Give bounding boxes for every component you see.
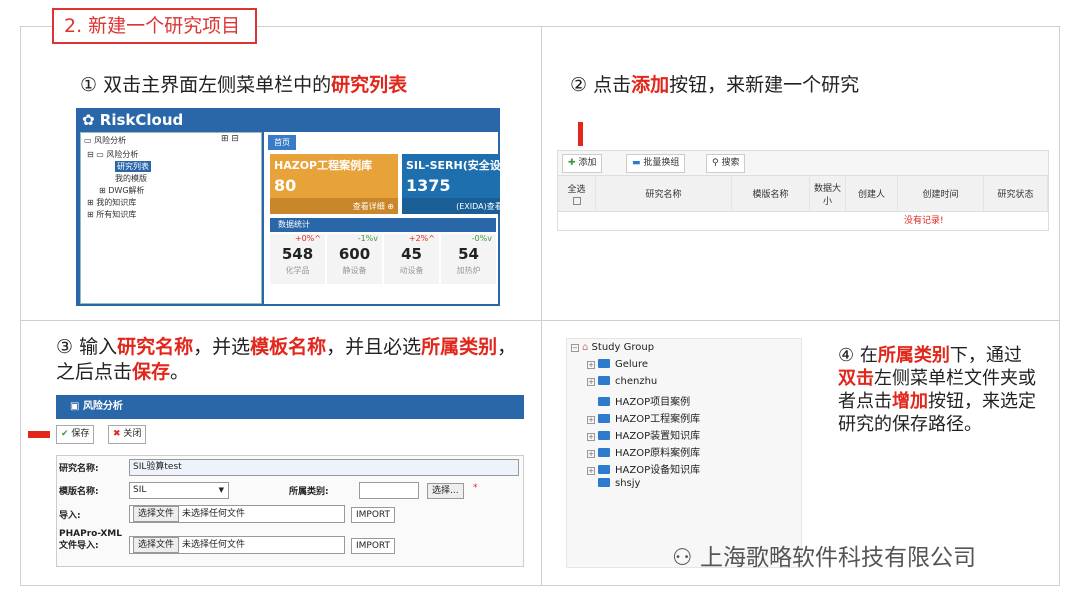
tree-item[interactable]: shsjy — [598, 478, 640, 489]
search-icon: ⚲ — [712, 158, 719, 168]
folder-icon — [598, 359, 610, 368]
card-hazop[interactable]: HAZOP工程案例库 80 查看详细 ⊕ — [270, 154, 398, 214]
category-input[interactable] — [359, 482, 419, 499]
name-input[interactable]: SIL验算test — [129, 459, 519, 476]
window-icon: ▣ — [70, 401, 80, 412]
wechat-icon: ⚇ — [672, 545, 693, 571]
riskcloud-brand: ✿ RiskCloud — [82, 111, 184, 129]
category-label: 所属类别: — [289, 487, 329, 497]
col-template[interactable]: 模版名称 — [732, 176, 810, 211]
empty-message: 没有记录! — [904, 216, 944, 226]
name-label: 研究名称: — [59, 464, 99, 474]
stat-dynamic-equip: +2%^ 45 动设备 — [384, 234, 439, 284]
divider-h — [20, 320, 1060, 321]
add-button[interactable]: ✚ 添加 — [562, 154, 603, 173]
tree-expand-icon[interactable]: ⊞ ⊟ — [221, 134, 239, 144]
tree-item[interactable]: + Gelure — [587, 359, 648, 370]
tree-root[interactable]: ▭ 风险分析 — [84, 135, 126, 146]
xml-file-input[interactable]: 选择文件 未选择任何文件 — [129, 536, 345, 554]
chevron-down-icon: ▼ — [218, 486, 224, 494]
riskcloud-screenshot: ✿ RiskCloud ▭ 风险分析 ⊞ ⊟ ⊟ ▭ 风险分析 研究列表 我的模… — [76, 108, 500, 306]
col-created[interactable]: 创建时间 — [898, 176, 984, 211]
folder-icon — [598, 397, 610, 406]
col-creator[interactable]: 创建人 — [846, 176, 898, 211]
template-select[interactable]: SIL ▼ — [129, 482, 229, 499]
stats-header: 数据统计 — [270, 218, 496, 232]
tree-risk[interactable]: ⊟ ▭ 风险分析 — [87, 149, 138, 160]
card-sil-link: (EXIDA)查看详细 ⊕ — [402, 198, 500, 214]
import-label: 导入: — [59, 511, 81, 521]
stat-static-equip: -1%v 600 静设备 — [327, 234, 382, 284]
folder-icon — [598, 376, 610, 385]
choose-xml-button[interactable]: 选择文件 — [133, 537, 180, 553]
tree-item[interactable]: + HAZOP工程案例库 — [587, 410, 700, 425]
required-mark: * — [473, 483, 478, 493]
folder-icon: ▬ — [632, 158, 641, 168]
tree-item[interactable]: + chenzhu — [587, 376, 657, 387]
xml-import-button[interactable]: IMPORT — [351, 538, 396, 554]
batch-group-button[interactable]: ▬ 批量换组 — [626, 154, 686, 173]
save-button[interactable]: ✔ 保存 — [56, 425, 95, 444]
step3-text: ③ 输入研究名称，并选模板名称，并且必选所属类别，之后点击保存。 — [56, 336, 517, 383]
tree-dwg[interactable]: ⊞ DWG解析 — [99, 185, 145, 196]
col-name[interactable]: 研究名称 — [596, 176, 732, 211]
study-form: 研究名称: SIL验算test 模版名称: SIL ▼ 所属类别: 选择... *… — [56, 455, 524, 567]
xml-import-label: PHAPro-XML文件导入: — [59, 529, 122, 551]
close-button[interactable]: ✖ 关闭 — [108, 425, 147, 444]
stat-chemicals: +0%^ 548 化学品 — [270, 234, 325, 284]
col-size[interactable]: 数据大小 — [810, 176, 846, 211]
tree-item[interactable]: + HAZOP原料案例库 — [587, 444, 700, 459]
red-arrow-icon — [28, 431, 50, 438]
tree-root-study-group[interactable]: − ⌂ Study Group — [571, 342, 654, 353]
watermark: ⚇ 上海歌略软件科技有限公司 — [672, 545, 976, 571]
check-icon: ✔ — [61, 429, 69, 439]
card-hazop-link: 查看详细 ⊕ — [270, 198, 398, 214]
window-titlebar: ▣ 风险分析 — [56, 395, 524, 419]
folder-icon — [598, 431, 610, 440]
folder-icon — [598, 414, 610, 423]
study-table: 全选 研究名称 模版名称 数据大小 创建人 创建时间 研究状态 没有记录! — [557, 176, 1049, 231]
close-icon: ✖ — [113, 429, 121, 439]
study-group-tree: − ⌂ Study Group + Gelure + chenzhu HAZOP项目案… — [566, 338, 802, 568]
choose-file-button[interactable]: 选择文件 — [133, 506, 180, 522]
folder-icon — [598, 465, 610, 474]
home-icon: ⌂ — [582, 342, 589, 353]
col-status[interactable]: 研究状态 — [984, 176, 1048, 211]
nav-tree: ▭ 风险分析 ⊞ ⊟ ⊟ ▭ 风险分析 研究列表 我的模版 ⊞ DWG解析 ⊞ … — [80, 132, 262, 304]
stat-furnace: -0%v 54 加热炉 — [441, 234, 496, 284]
select-all-checkbox[interactable] — [572, 197, 581, 205]
dashboard: 首页 HAZOP工程案例库 80 查看详细 ⊕ SIL-SERH(安全设备) 1… — [264, 132, 500, 304]
step4-text: ④ 在所属类别下，通过双击左侧菜单栏文件夹或者点击增加按钮，来选定研究的保存路径… — [838, 345, 1036, 435]
tree-item[interactable]: + HAZOP设备知识库 — [587, 461, 700, 476]
tree-study-list[interactable]: 研究列表 — [115, 161, 151, 172]
table-header: 全选 研究名称 模版名称 数据大小 创建人 创建时间 研究状态 — [558, 176, 1048, 212]
template-label: 模版名称: — [59, 487, 99, 497]
plus-icon: ✚ — [568, 158, 576, 168]
import-file-input[interactable]: 选择文件 未选择任何文件 — [129, 505, 345, 523]
import-button[interactable]: IMPORT — [351, 507, 396, 523]
step2-text: ② 点击添加按钮，来新建一个研究 — [570, 74, 860, 96]
folder-icon — [598, 448, 610, 457]
tree-item[interactable]: + HAZOP装置知识库 — [587, 427, 700, 442]
tree-item[interactable]: HAZOP项目案例 — [598, 393, 690, 408]
folder-icon — [598, 478, 610, 487]
card-sil[interactable]: SIL-SERH(安全设备) 1375 (EXIDA)查看详细 ⊕ — [402, 154, 500, 214]
section-title: 2. 新建一个研究项目 — [52, 8, 257, 44]
select-category-button[interactable]: 选择... — [427, 483, 464, 499]
toolbar: ✚ 添加 ▬ 批量换组 ⚲ 搜索 — [557, 150, 1049, 176]
tree-all-kb[interactable]: ⊞ 所有知识库 — [87, 209, 136, 220]
tab-home[interactable]: 首页 — [268, 135, 296, 150]
tree-my-kb[interactable]: ⊞ 我的知识库 — [87, 197, 136, 208]
tree-my-template[interactable]: 我的模版 — [115, 173, 147, 184]
col-select-all[interactable]: 全选 — [558, 176, 596, 211]
search-button[interactable]: ⚲ 搜索 — [706, 154, 746, 173]
divider-v — [541, 26, 542, 586]
red-arrow-icon — [578, 122, 583, 146]
step1-text: ① 双击主界面左侧菜单栏中的研究列表 — [80, 74, 408, 96]
